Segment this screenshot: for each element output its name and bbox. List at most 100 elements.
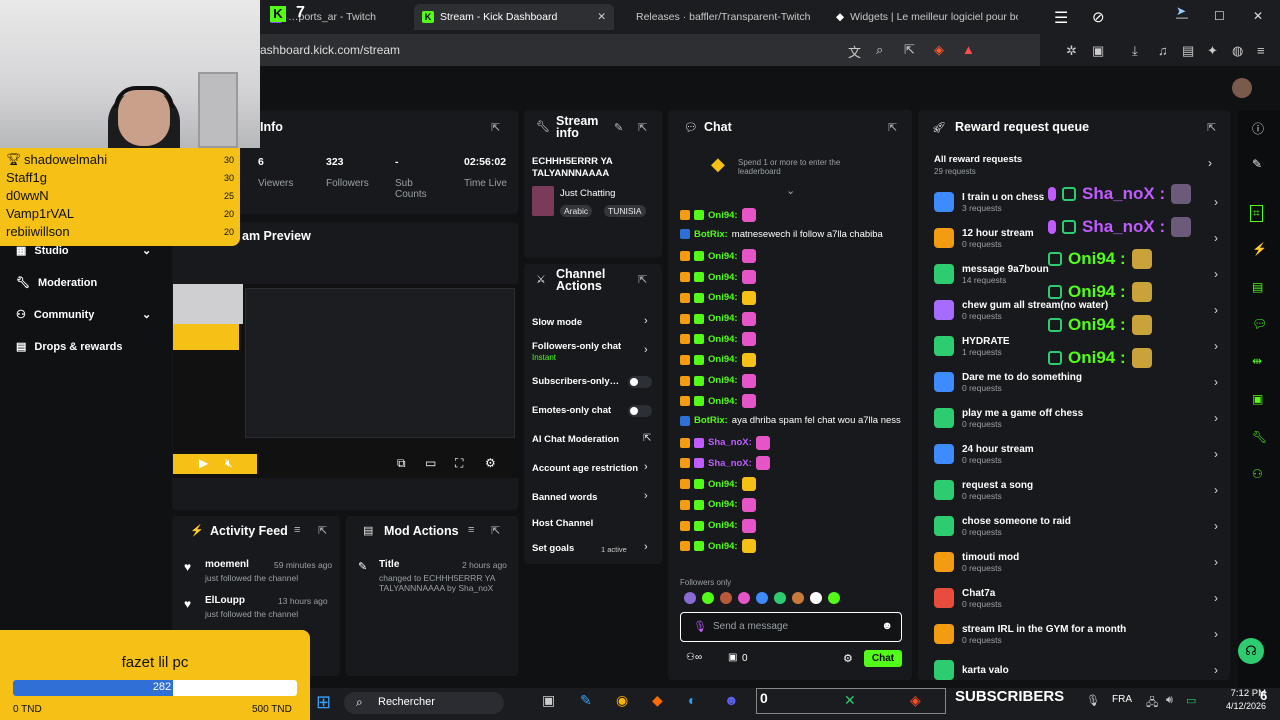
chevron-down-icon[interactable]: ⌄ (786, 184, 795, 197)
app-icon[interactable]: ◆ (652, 692, 663, 709)
tab-kick-dashboard[interactable]: K Stream - Kick Dashboard ✕ (414, 4, 614, 30)
stream-preview-video[interactable]: ▶ 🔇︎ ⧉ ▭ ⛶ ⚙ (173, 284, 518, 478)
chevron-right-icon[interactable]: › (644, 541, 648, 553)
chevron-right-icon[interactable]: › (644, 461, 648, 473)
chevron-right-icon[interactable]: › (1214, 519, 1218, 533)
filter-icon[interactable]: ≡ (468, 524, 474, 536)
chat-input[interactable]: 🎙︎ Send a message ☻ (680, 612, 902, 642)
xbox-icon[interactable]: ✕ (844, 692, 856, 709)
save-icon[interactable]: ▣ (1252, 392, 1263, 406)
send-chat-button[interactable]: Chat (864, 650, 902, 667)
all-rewards-label[interactable]: All reward requests (934, 154, 1022, 165)
pencil-icon[interactable]: ✎ (1252, 157, 1262, 171)
chat-username[interactable]: Oni94: (708, 272, 738, 283)
translate-icon[interactable]: 文 (848, 42, 861, 61)
settings-icon[interactable]: ⚙ (843, 652, 853, 665)
reward-item[interactable]: request a song 0 requests › (934, 472, 1224, 508)
reward-item[interactable]: timouti mod 0 requests › (934, 544, 1224, 580)
account-age-label[interactable]: Account age restriction (532, 463, 638, 474)
bolt-icon[interactable]: ⚡ (1252, 242, 1267, 256)
reward-item[interactable]: stream IRL in the GYM for a month 0 reque… (934, 616, 1224, 652)
close-window-icon[interactable]: ✕ (1253, 9, 1263, 23)
chat-username[interactable]: Oni94: (708, 292, 738, 303)
emote-icon[interactable] (810, 592, 822, 604)
edge-icon[interactable]: ◐ (688, 692, 696, 708)
brave-shield-icon[interactable]: ◈ (934, 42, 944, 58)
popout-icon[interactable]: ⇱ (491, 121, 500, 134)
chat-icon[interactable]: 💬︎ (1252, 317, 1267, 331)
theater-icon[interactable]: ▭ (425, 456, 436, 470)
network-icon[interactable]: 🖧︎ (1146, 694, 1158, 713)
chat-username[interactable]: Oni94: (708, 251, 738, 262)
emote-icon[interactable] (756, 592, 768, 604)
chevron-right-icon[interactable]: › (1214, 555, 1218, 569)
chevron-right-icon[interactable]: › (1214, 483, 1218, 497)
chat-username[interactable]: Oni94: (708, 354, 738, 365)
chevron-right-icon[interactable]: › (644, 490, 648, 502)
chevron-right-icon[interactable]: › (1214, 663, 1218, 677)
emote-icon[interactable] (684, 592, 696, 604)
reward-item[interactable]: 24 hour stream 0 requests › (934, 436, 1224, 472)
emote-icon[interactable] (720, 592, 732, 604)
mute-icon[interactable]: 🔇︎ (225, 456, 233, 471)
chat-username[interactable]: Oni94: (708, 499, 738, 510)
chat-username[interactable]: Oni94: (708, 541, 738, 552)
chat-username[interactable]: Oni94: (708, 334, 738, 345)
sidebar-icon[interactable]: ▣ (1092, 43, 1104, 59)
minimize-icon[interactable]: — (1176, 10, 1188, 24)
zoom-icon[interactable]: ⌕ (876, 42, 883, 58)
followers-only-label[interactable]: Followers-only chat (532, 341, 621, 352)
chat-username[interactable]: Oni94: (708, 375, 738, 386)
sidebar-item-drops[interactable]: ▤ Drops & rewards (16, 340, 122, 354)
chat-username[interactable]: Oni94: (708, 479, 738, 490)
info-icon[interactable]: ⓘ (1252, 120, 1264, 137)
close-tab-icon[interactable]: ✕ (597, 11, 606, 23)
reward-item[interactable]: chose someone to raid 0 requests › (934, 508, 1224, 544)
chat-username[interactable]: Oni94: (708, 396, 738, 407)
pip-icon[interactable]: ⧉ (397, 456, 406, 471)
extensions-icon[interactable]: ✲ (1066, 43, 1077, 59)
chevron-right-icon[interactable]: › (1214, 267, 1218, 281)
help-button[interactable]: ☊ (1238, 638, 1264, 664)
windows-start-icon[interactable]: ⊞ (316, 692, 331, 713)
chevron-right-icon[interactable]: › (644, 315, 648, 327)
chevron-right-icon[interactable]: › (1208, 156, 1212, 170)
rewards-icon[interactable]: ▲ (962, 42, 975, 57)
emote-icon[interactable] (702, 592, 714, 604)
popout-icon[interactable]: ⇱ (318, 524, 327, 537)
popout-icon[interactable]: ⇱ (638, 273, 647, 286)
settings-icon[interactable]: ⚙ (485, 456, 496, 470)
emote-icon[interactable] (828, 592, 840, 604)
emote-icon[interactable] (774, 592, 786, 604)
ai-moderation-label[interactable]: AI Chat Moderation (532, 434, 619, 445)
filter-icon[interactable]: ≡ (294, 524, 300, 536)
chat-username[interactable]: BotRix: (694, 415, 728, 426)
chevron-right-icon[interactable]: › (1214, 231, 1218, 245)
banned-words-label[interactable]: Banned words (532, 492, 597, 503)
chat-username[interactable]: BotRix: (694, 229, 728, 240)
fullscreen-icon[interactable]: ⛶ (455, 456, 463, 471)
app-icon[interactable]: ◉ (616, 692, 628, 709)
popout-icon[interactable]: ⇱ (1207, 121, 1216, 134)
chevron-right-icon[interactable]: › (1214, 375, 1218, 389)
chevron-right-icon[interactable]: › (1214, 303, 1218, 317)
ai-icon[interactable]: ✦ (1207, 43, 1218, 59)
chevron-right-icon[interactable]: › (1214, 195, 1218, 209)
chat-username[interactable]: Oni94: (708, 313, 738, 324)
url-field[interactable]: ashboard.kick.com/stream (260, 43, 400, 57)
chat-username[interactable]: Oni94: (708, 520, 738, 531)
host-channel-label[interactable]: Host Channel (532, 518, 593, 529)
menu-icon[interactable]: ☰ (1054, 8, 1068, 28)
share-icon[interactable]: ⇱ (904, 42, 915, 58)
reward-item[interactable]: play me a game off chess 0 requests › (934, 400, 1224, 436)
chevron-right-icon[interactable]: › (644, 344, 648, 356)
community-icon[interactable]: ⚇ (1252, 467, 1263, 481)
chevron-right-icon[interactable]: › (1214, 411, 1218, 425)
edit-icon[interactable]: ✎ (614, 121, 623, 134)
tab-github-releases[interactable]: Releases · baffler/Transparent-Twitch (622, 4, 818, 30)
volume-icon[interactable]: 🔊︎ (1166, 694, 1173, 707)
chat-username[interactable]: Sha_noX: (708, 437, 752, 448)
chevron-right-icon[interactable]: › (1214, 447, 1218, 461)
chevron-right-icon[interactable]: › (1214, 339, 1218, 353)
popout-icon[interactable]: ⇱ (638, 121, 647, 134)
